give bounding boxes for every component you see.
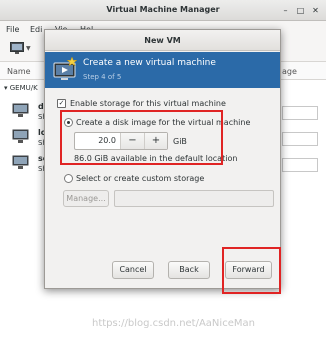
wizard-title: Create a new virtual machine [83, 58, 216, 68]
cancel-button[interactable]: Cancel [112, 261, 154, 279]
size-unit-label: GiB [173, 137, 187, 146]
disk-size-spinner[interactable]: 20.0 − + [74, 132, 168, 150]
main-window-title: Virtual Machine Manager [106, 5, 220, 14]
forward-button[interactable]: Forward [225, 261, 272, 279]
cpu-usage-graph [282, 106, 318, 120]
new-vm-dialog: New VM Create a new virtual machine Step… [44, 29, 281, 289]
connection-label: GEMU/K [9, 84, 38, 92]
cpu-usage-graph [282, 158, 318, 172]
disk-size-value[interactable]: 20.0 [75, 133, 121, 149]
monitor-star-icon [53, 57, 77, 80]
dialog-title: New VM [144, 36, 181, 45]
manage-button[interactable]: Manage... [63, 190, 109, 207]
column-name[interactable]: Name [7, 67, 31, 76]
vm-monitor-icon [12, 103, 29, 117]
enable-storage-label[interactable]: Enable storage for this virtual machine [70, 99, 226, 108]
create-disk-label[interactable]: Create a disk image for the virtual mach… [76, 118, 250, 127]
available-space-text: 86.0 GiB available in the default locati… [74, 154, 238, 163]
dialog-titlebar: New VM [45, 30, 280, 51]
maximize-icon[interactable]: □ [294, 4, 307, 17]
custom-path-field[interactable] [114, 190, 274, 207]
increment-button[interactable]: + [144, 133, 167, 149]
expander-icon[interactable]: ▾ [4, 84, 8, 92]
chevron-down-icon[interactable]: ▼ [26, 45, 31, 52]
wizard-header: Create a new virtual machine Step 4 of 5 [45, 52, 280, 88]
custom-storage-radio[interactable] [64, 174, 73, 183]
create-disk-radio[interactable] [64, 118, 73, 127]
back-button[interactable]: Back [168, 261, 210, 279]
decrement-button[interactable]: − [121, 133, 144, 149]
main-titlebar: Virtual Machine Manager – □ ✕ [0, 0, 326, 21]
menu-edit[interactable]: Edi [30, 25, 42, 34]
custom-storage-label[interactable]: Select or create custom storage [76, 174, 204, 183]
connection-group[interactable]: ▾ GEMU/K [4, 84, 38, 92]
column-usage[interactable]: age [282, 67, 297, 76]
enable-storage-checkbox[interactable]: ✓ [57, 99, 66, 108]
minimize-icon[interactable]: – [279, 4, 292, 17]
vm-monitor-icon [12, 129, 29, 143]
close-icon[interactable]: ✕ [309, 4, 322, 17]
window-controls: – □ ✕ [279, 4, 322, 17]
vm-monitor-icon [12, 155, 29, 169]
watermark-text: https://blog.csdn.net/AaNiceMan [92, 318, 255, 329]
wizard-step: Step 4 of 5 [83, 73, 122, 81]
new-vm-monitor-icon[interactable] [10, 42, 24, 54]
cpu-usage-graph [282, 132, 318, 146]
menu-file[interactable]: File [6, 25, 19, 34]
